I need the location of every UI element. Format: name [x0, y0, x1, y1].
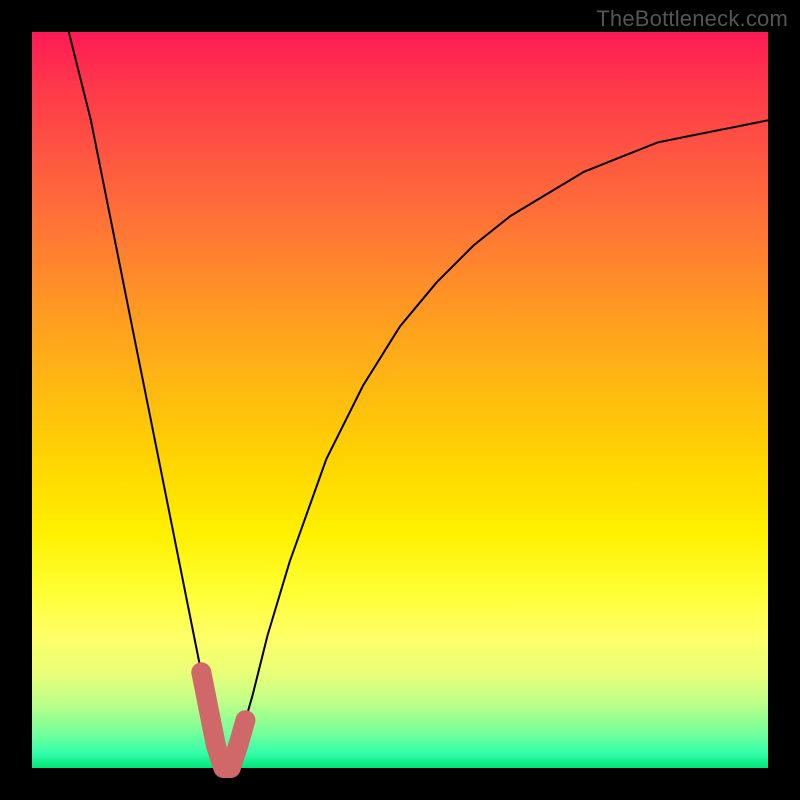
watermark-text: TheBottleneck.com — [596, 6, 788, 32]
optimal-region-marker — [201, 672, 245, 768]
plot-area — [32, 32, 768, 768]
chart-container: TheBottleneck.com — [0, 0, 800, 800]
bottleneck-curve — [69, 32, 768, 768]
curve-svg — [32, 32, 768, 768]
